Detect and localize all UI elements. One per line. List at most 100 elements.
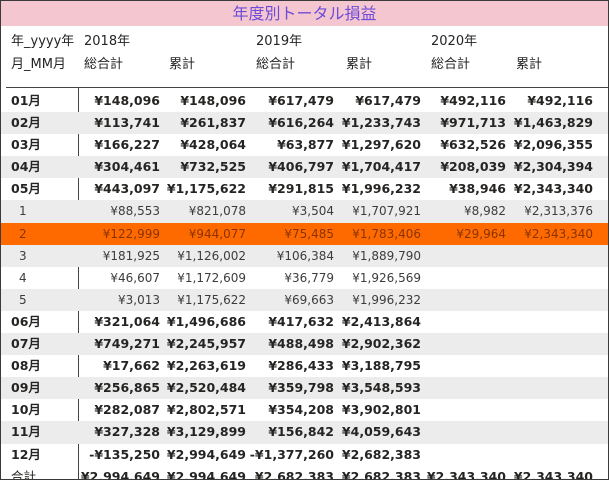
year-field-header[interactable]: 年_yyyy年: [11, 33, 74, 51]
value-cell[interactable]: ¥2,343,340: [524, 223, 593, 245]
value-cell[interactable]: ¥327,328: [94, 421, 160, 443]
value-cell[interactable]: ¥359,798: [268, 377, 334, 399]
value-cell[interactable]: ¥617,479: [268, 90, 334, 112]
month-row[interactable]: 03月 ¥166,227 ¥428,064 ¥63,877 ¥1,297,620 ¥632…: [1, 134, 608, 156]
value-cell[interactable]: ¥616,264: [268, 112, 334, 134]
value-cell[interactable]: ¥2,682,383: [342, 466, 421, 479]
value-cell[interactable]: ¥2,096,355: [514, 134, 593, 156]
value-cell[interactable]: ¥2,413,864: [342, 311, 421, 333]
value-cell[interactable]: ¥2,682,383: [342, 444, 421, 466]
value-cell[interactable]: ¥1,463,829: [514, 112, 593, 134]
month-row[interactable]: 07月 ¥749,271 ¥2,245,957 ¥488,498 ¥2,902,362: [1, 333, 608, 356]
value-cell[interactable]: ¥749,271: [94, 333, 160, 355]
year-header-2020[interactable]: 2020年: [431, 33, 477, 51]
value-cell[interactable]: ¥1,172,609: [177, 267, 246, 289]
month-row[interactable]: 01月 ¥148,096 ¥148,096 ¥617,479 ¥617,479 ¥492,…: [1, 90, 608, 112]
value-cell[interactable]: ¥492,116: [440, 90, 506, 112]
value-cell[interactable]: ¥8,982: [464, 200, 506, 222]
month-row[interactable]: 06月 ¥321,064 ¥1,496,686 ¥417,632 ¥2,413,864: [1, 311, 608, 333]
value-cell[interactable]: ¥1,175,622: [177, 289, 246, 311]
value-cell[interactable]: ¥148,096: [94, 90, 160, 112]
value-cell[interactable]: ¥428,064: [180, 134, 246, 156]
value-cell[interactable]: ¥181,925: [103, 245, 160, 267]
value-cell[interactable]: ¥38,946: [449, 178, 506, 200]
value-cell[interactable]: ¥63,877: [277, 134, 334, 156]
day-row[interactable]: 3 ¥181,925 ¥1,126,002 ¥106,384 ¥1,889,790: [1, 244, 608, 267]
value-cell[interactable]: ¥2,313,376: [524, 200, 593, 222]
value-cell[interactable]: ¥291,815: [268, 178, 334, 200]
day-row[interactable]: 5 ¥3,013 ¥1,175,622 ¥69,663 ¥1,996,232: [1, 288, 608, 311]
day-row[interactable]: 4 ¥46,607 ¥1,172,609 ¥36,779 ¥1,926,569: [1, 267, 608, 289]
value-cell[interactable]: ¥46,607: [110, 267, 160, 289]
value-cell[interactable]: ¥406,797: [268, 156, 334, 178]
value-cell[interactable]: ¥321,064: [94, 311, 160, 333]
value-cell[interactable]: ¥443,097: [94, 178, 160, 200]
value-cell[interactable]: ¥2,245,957: [167, 333, 246, 355]
value-cell[interactable]: ¥113,741: [94, 112, 160, 134]
value-cell[interactable]: ¥2,263,619: [167, 355, 246, 377]
value-cell[interactable]: ¥261,837: [180, 112, 246, 134]
col-header-2020-total[interactable]: 総合計: [431, 56, 470, 74]
value-cell[interactable]: ¥17,662: [103, 355, 160, 377]
value-cell[interactable]: ¥3,548,593: [342, 377, 421, 399]
value-cell[interactable]: ¥1,996,232: [352, 289, 421, 311]
value-cell[interactable]: ¥29,964: [456, 223, 506, 245]
value-cell[interactable]: ¥256,865: [94, 377, 160, 399]
value-cell[interactable]: ¥4,059,643: [342, 421, 421, 443]
value-cell[interactable]: ¥69,663: [284, 289, 334, 311]
value-cell[interactable]: ¥282,087: [94, 399, 160, 421]
value-cell[interactable]: ¥166,227: [94, 134, 160, 156]
value-cell[interactable]: ¥2,304,394: [514, 156, 593, 178]
value-cell[interactable]: ¥156,842: [268, 421, 334, 443]
month-row[interactable]: 09月 ¥256,865 ¥2,520,484 ¥359,798 ¥3,548,593: [1, 377, 608, 400]
value-cell[interactable]: ¥1,126,002: [177, 245, 246, 267]
col-header-2020-cum[interactable]: 累計: [516, 56, 542, 74]
day-row[interactable]: 2 ¥122,999 ¥944,077 ¥75,485 ¥1,783,406 ¥29,96…: [1, 222, 608, 245]
month-row[interactable]: 08月 ¥17,662 ¥2,263,619 ¥286,433 ¥3,188,795: [1, 355, 608, 377]
year-header-2018[interactable]: 2018年: [84, 33, 130, 51]
value-cell[interactable]: ¥1,889,790: [352, 245, 421, 267]
value-cell[interactable]: ¥1,297,620: [342, 134, 421, 156]
value-cell[interactable]: ¥75,485: [284, 223, 334, 245]
month-row[interactable]: 02月 ¥113,741 ¥261,837 ¥616,264 ¥1,233,743 ¥97…: [1, 112, 608, 135]
value-cell[interactable]: ¥2,343,340: [427, 466, 506, 479]
value-cell[interactable]: -¥135,250: [89, 444, 160, 466]
col-header-2019-total[interactable]: 総合計: [256, 56, 295, 74]
value-cell[interactable]: ¥2,994,649: [81, 466, 160, 479]
value-cell[interactable]: ¥492,116: [527, 90, 593, 112]
month-row[interactable]: 05月 ¥443,097 ¥1,175,622 ¥291,815 ¥1,996,232 ¥…: [1, 178, 608, 200]
month-row[interactable]: 04月 ¥304,461 ¥732,525 ¥406,797 ¥1,704,417 ¥20…: [1, 156, 608, 179]
col-header-2018-total[interactable]: 総合計: [84, 56, 123, 74]
value-cell[interactable]: ¥1,233,743: [342, 112, 421, 134]
year-header-2019[interactable]: 2019年: [256, 33, 302, 51]
value-cell[interactable]: ¥3,013: [118, 289, 160, 311]
value-cell[interactable]: ¥2,343,340: [514, 178, 593, 200]
value-cell[interactable]: ¥971,713: [440, 112, 506, 134]
value-cell[interactable]: -¥1,377,260: [250, 444, 334, 466]
month-row[interactable]: 10月 ¥282,087 ¥2,802,571 ¥354,208 ¥3,902,801: [1, 399, 608, 421]
value-cell[interactable]: ¥617,479: [355, 90, 421, 112]
value-cell[interactable]: ¥1,996,232: [342, 178, 421, 200]
day-row[interactable]: 1 ¥88,553 ¥821,078 ¥3,504 ¥1,707,921 ¥8,982 ¥2…: [1, 200, 608, 223]
month-row[interactable]: 11月 ¥327,328 ¥3,129,899 ¥156,842 ¥4,059,643: [1, 421, 608, 444]
value-cell[interactable]: ¥2,682,383: [255, 466, 334, 479]
value-cell[interactable]: ¥36,779: [284, 267, 334, 289]
value-cell[interactable]: ¥304,461: [94, 156, 160, 178]
value-cell[interactable]: ¥286,433: [268, 355, 334, 377]
value-cell[interactable]: ¥1,496,686: [167, 311, 246, 333]
value-cell[interactable]: ¥2,902,362: [342, 333, 421, 355]
value-cell[interactable]: ¥2,802,571: [167, 399, 246, 421]
value-cell[interactable]: ¥208,039: [440, 156, 506, 178]
col-header-2019-cum[interactable]: 累計: [346, 56, 372, 74]
month-row[interactable]: 12月 -¥135,250 ¥2,994,649 -¥1,377,260 ¥2,682,…: [1, 444, 608, 466]
value-cell[interactable]: ¥148,096: [180, 90, 246, 112]
value-cell[interactable]: ¥354,208: [268, 399, 334, 421]
value-cell[interactable]: ¥106,384: [277, 245, 334, 267]
value-cell[interactable]: ¥417,632: [268, 311, 334, 333]
value-cell[interactable]: ¥2,343,340: [514, 466, 593, 479]
value-cell[interactable]: ¥1,926,569: [352, 267, 421, 289]
value-cell[interactable]: ¥632,526: [440, 134, 506, 156]
value-cell[interactable]: ¥821,078: [189, 200, 246, 222]
total-row[interactable]: 合計 ¥2,994,649 ¥2,994,649 ¥2,682,383 ¥2,682,3…: [1, 466, 608, 479]
value-cell[interactable]: ¥2,994,649: [167, 466, 246, 479]
